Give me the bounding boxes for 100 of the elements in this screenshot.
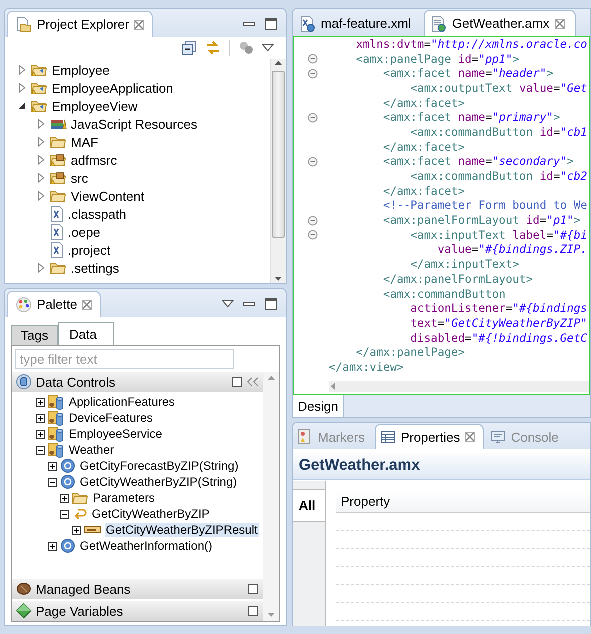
code-line: </amx:view> [329,360,404,374]
scrollbar[interactable] [270,59,286,283]
fold-icon[interactable] [308,216,318,226]
tab[interactable]: Design [293,395,344,417]
column-header[interactable]: Property [341,494,390,509]
collapse-arrow-icon[interactable] [17,101,27,111]
tree-toggle-icon[interactable] [36,414,45,422]
editor-tab[interactable]: maf-feature.xml [293,10,422,36]
expand-arrow-icon[interactable] [36,191,46,201]
horizontal-scrollbar[interactable] [329,381,589,392]
tree-item[interactable]: .settings [71,260,120,276]
package-folder-icon [50,152,67,168]
tab[interactable]: Tags [11,325,58,345]
maximize-icon[interactable] [264,297,278,311]
tree-item[interactable]: EmployeeView [52,98,138,114]
xml-file-icon [300,16,316,32]
side-tab[interactable]: All [293,489,325,522]
tree-toggle-icon[interactable] [48,542,57,550]
fold-icon[interactable] [308,112,318,123]
tree-item[interactable]: Parameters [92,491,156,505]
tree-toggle-icon[interactable] [72,526,81,534]
fold-icon[interactable] [308,156,318,167]
bean-icon [16,581,32,597]
maximize-icon[interactable] [264,17,278,31]
code-line: <amx:commandButton id="cb2 [410,170,588,184]
tree-toggle-icon[interactable] [36,398,45,406]
database-icon [48,442,65,458]
expand-arrow-icon[interactable] [36,137,46,147]
fold-icon[interactable] [308,68,318,79]
tree-item[interactable]: GetCityWeatherByZIP [91,507,211,521]
expand-arrow-icon[interactable] [17,65,27,75]
close-icon[interactable] [134,20,144,30]
code-line: </amx:inputText> [410,258,520,272]
tree-item[interactable]: JavaScript Resources [71,116,198,132]
dropdown-icon[interactable] [262,43,274,53]
dropdown-icon[interactable] [222,299,234,309]
tree-item[interactable]: Weather [68,443,116,457]
expand-arrow-icon[interactable] [36,155,46,165]
expand-arrow-icon[interactable] [36,119,46,129]
collapse-icon[interactable] [247,377,259,387]
tree-toggle-icon[interactable] [60,494,69,502]
section-header[interactable]: Managed Beans [12,579,263,599]
code-line: <amx:facet name="primary"> [382,111,560,124]
expand-arrow-icon[interactable] [17,83,27,93]
circle-icon [60,474,76,490]
tree-toggle-icon[interactable] [48,462,57,470]
link-arrows-icon[interactable] [205,40,221,56]
tree-toggle-icon[interactable] [36,430,45,438]
diamond-icon [16,603,32,619]
tree-item[interactable]: GetWeatherInformation() [79,539,214,553]
expand-arrow-icon[interactable] [36,263,46,273]
tree-item[interactable]: adfmsrc [71,152,118,168]
code-line: text="GetCityWeatherByZIP" [410,316,588,330]
tree-item[interactable]: src [71,170,88,186]
tree-item[interactable]: .project [68,242,111,258]
scroll-down-icon[interactable] [274,275,283,283]
cylinder-icon [16,374,32,390]
maximize-icon[interactable] [247,583,259,595]
file-icon [50,206,64,222]
scroll-up-icon[interactable] [274,59,283,67]
filter-field[interactable]: type filter text [15,349,234,369]
section-title: Managed Beans [36,582,131,596]
database-icon [48,394,65,410]
tree-item[interactable]: EmployeeApplication [52,80,174,96]
tree-item[interactable]: Employee [52,62,110,78]
tree-item[interactable]: GetCityForecastByZIP(String) [79,459,240,473]
tree-item[interactable]: ViewContent [71,188,144,204]
section-title: Data Controls [36,374,116,390]
tree-item[interactable]: ApplicationFeatures [68,395,176,409]
close-icon[interactable] [465,432,476,442]
section-header[interactable]: Data Controls [12,372,263,392]
view-tab[interactable]: Properties [374,424,484,449]
tree-item[interactable]: EmployeeService [68,427,164,441]
document-globe-icon [431,16,448,32]
tree-item[interactable]: .classpath [68,206,127,222]
tree-toggle-icon[interactable] [48,478,57,486]
close-icon[interactable] [554,18,565,28]
tree-toggle-icon[interactable] [36,446,45,454]
close-icon[interactable] [82,300,92,310]
fold-icon[interactable] [308,54,318,64]
code-line: <amx:facet name="header"> [382,67,554,80]
database-icon [48,426,65,442]
tree-item[interactable]: GetCityWeatherByZIP(String) [79,475,238,489]
tab[interactable]: Data [58,322,114,345]
collapse-all-icon[interactable] [181,40,197,56]
maximize-icon[interactable] [231,376,243,388]
tree-item[interactable]: GetCityWeatherByZIPResult [105,523,259,537]
expand-arrow-icon[interactable] [36,173,46,183]
scroll-left-icon[interactable] [329,382,337,391]
section-header[interactable]: Page Variables [12,601,263,621]
editor-tab[interactable]: GetWeather.amx [424,10,576,36]
maximize-icon[interactable] [247,605,259,617]
tree-item[interactable]: DeviceFeatures [68,411,154,425]
fold-icon[interactable] [308,230,318,240]
monitor-icon [490,429,506,445]
tree-item[interactable]: MAF [71,134,98,150]
code-line: </amx:panelFormLayout> [382,272,534,286]
tree-toggle-icon[interactable] [60,510,69,518]
code-line: <!--Parameter Form bound to We [382,199,588,212]
tree-item[interactable]: .oepe [68,224,101,240]
